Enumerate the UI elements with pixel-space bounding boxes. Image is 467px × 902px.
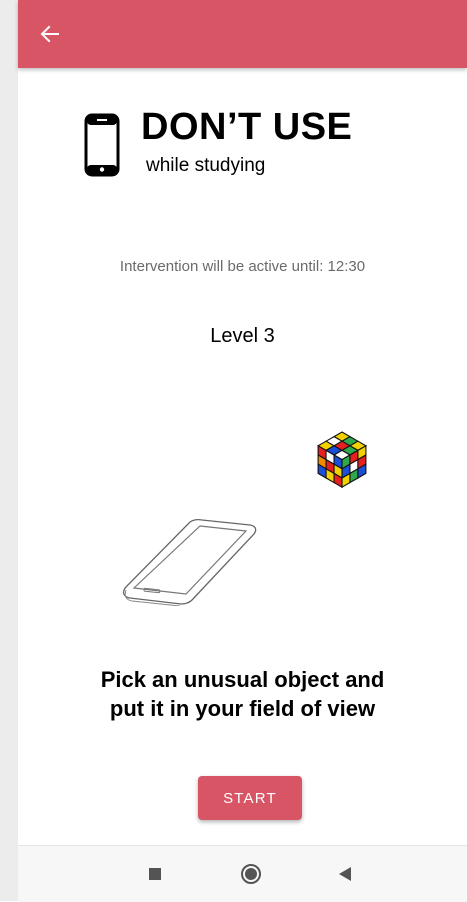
square-icon[interactable] [149,868,161,880]
smartphone-icon [84,113,120,177]
triangle-back-icon[interactable] [338,866,352,882]
intervention-status: Intervention will be active until: 12:30 [119,258,366,275]
instruction-line-2: put it in your field of view [109,696,376,721]
level-label: Level 3 [210,325,275,347]
page-title: DON’T USE [141,106,353,148]
rubiks-cube-icon [316,431,368,489]
screen-edge [0,0,18,901]
instruction-line-1: Pick an unusual object and [100,667,385,692]
start-button[interactable]: START [198,776,302,820]
app-bar [18,0,467,68]
circle-icon[interactable] [240,863,262,885]
back-button[interactable] [36,20,64,48]
arrow-left-icon [40,25,59,43]
instruction-text: Pick an unusual object and put it in you… [18,665,467,723]
phone-outline-illustration [123,518,257,606]
page-subtitle: while studying [146,155,266,176]
system-nav-bar [18,845,467,902]
